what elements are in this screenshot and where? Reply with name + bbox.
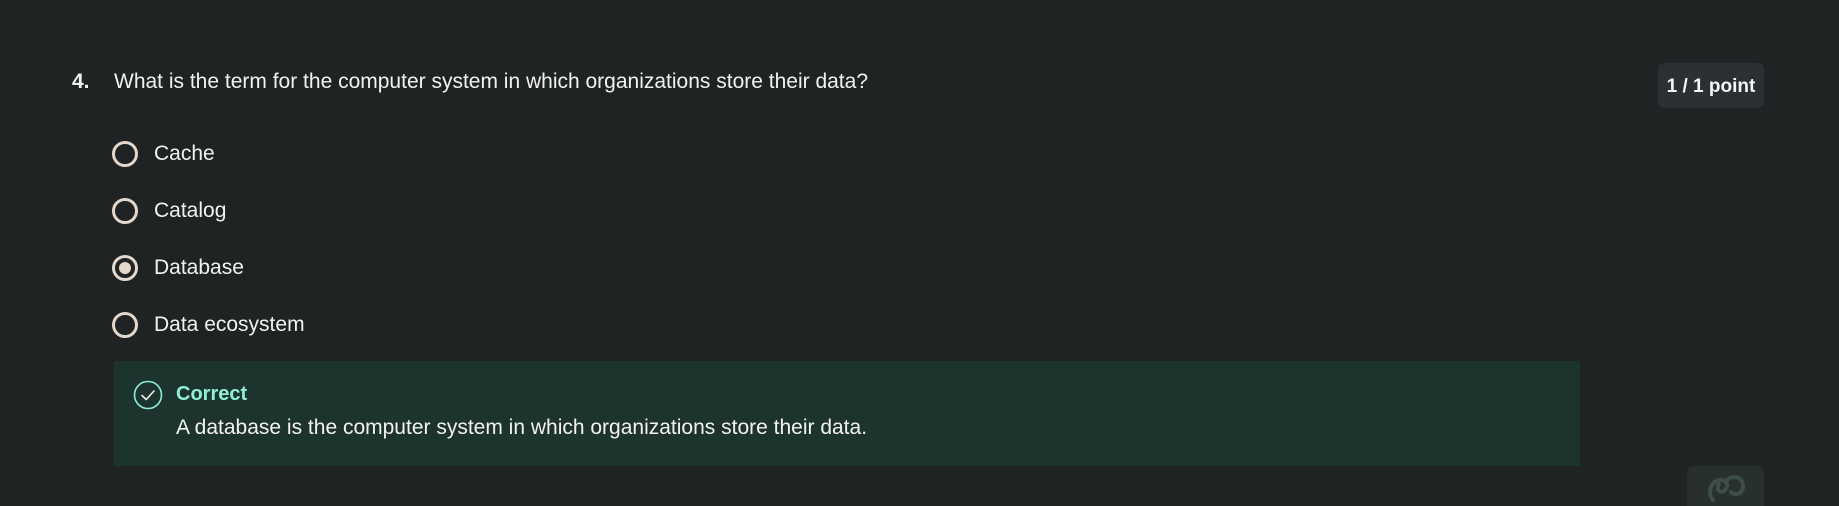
points-badge: 1 / 1 point (1658, 63, 1764, 108)
feedback-message: A database is the computer system in whi… (176, 416, 868, 439)
option-cache[interactable]: Cache (112, 138, 215, 170)
radio-button[interactable] (112, 141, 138, 167)
radio-button[interactable] (112, 312, 138, 338)
option-data-ecosystem[interactable]: Data ecosystem (112, 309, 305, 341)
option-label: Data ecosystem (154, 313, 305, 336)
option-catalog[interactable]: Catalog (112, 195, 226, 227)
option-database[interactable]: Database (112, 252, 244, 284)
option-label: Catalog (154, 199, 227, 222)
option-label: Cache (154, 142, 215, 165)
option-label: Database (154, 256, 244, 279)
feedback-panel: Correct A database is the computer syste… (114, 361, 1580, 466)
radio-button[interactable] (112, 198, 138, 224)
assistant-widget[interactable] (1687, 466, 1764, 506)
question-number: 4. (72, 70, 90, 93)
check-circle-icon (133, 380, 163, 410)
question-text: What is the term for the computer system… (114, 70, 869, 93)
radio-button[interactable] (112, 255, 138, 281)
feedback-status: Correct (176, 383, 248, 405)
